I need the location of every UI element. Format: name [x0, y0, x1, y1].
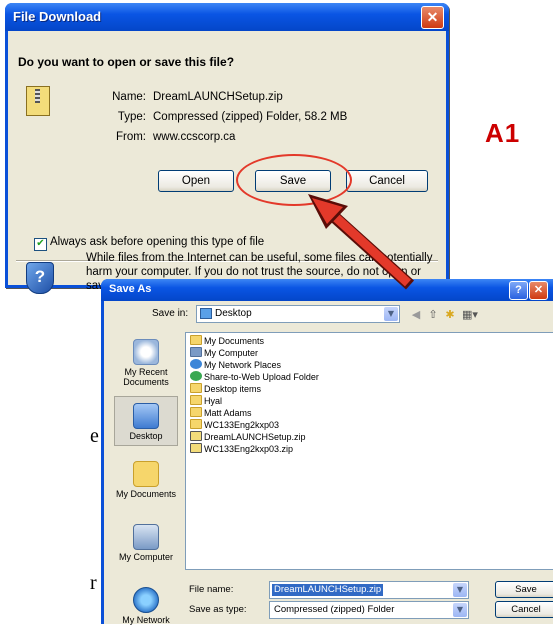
highlight-arrow: [308, 194, 415, 290]
places-label: My Network: [122, 615, 170, 625]
